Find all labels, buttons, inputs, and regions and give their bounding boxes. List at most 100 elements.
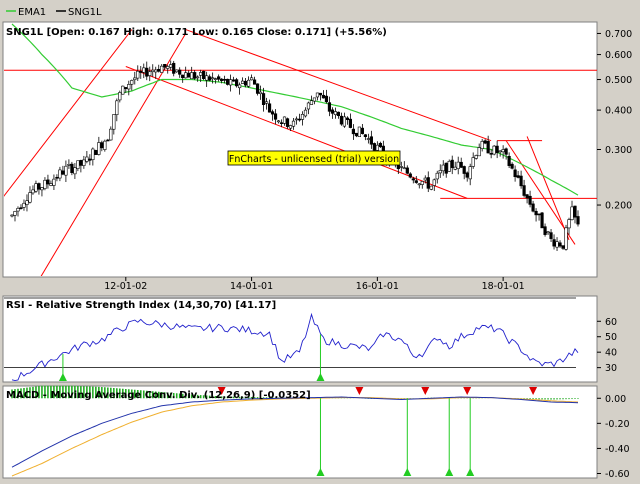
- candle-body: [88, 158, 92, 161]
- candle-body: [561, 245, 565, 249]
- rsi-axis-label: 50: [605, 332, 617, 343]
- candle-body: [486, 140, 490, 154]
- macd-axis-label: 0.00: [605, 394, 626, 405]
- candle-body: [552, 239, 556, 247]
- candle-body: [402, 167, 406, 170]
- candle-body: [375, 144, 379, 151]
- candle-body: [297, 118, 302, 121]
- candle-body: [121, 85, 125, 95]
- price-axis-label: 0.500: [605, 75, 632, 86]
- candle-body: [351, 128, 355, 135]
- candle-body: [531, 203, 535, 212]
- candle-body: [22, 202, 26, 208]
- candle-body: [471, 157, 475, 167]
- chart-canvas: EMA1 SNG1L 0.200 0.300 0.400 0.500 0.600 0.70…: [2, 7, 632, 480]
- macd-axis-label: -0.20: [605, 419, 630, 430]
- candle-body: [67, 164, 71, 166]
- candle-body: [109, 128, 113, 141]
- candle-body: [549, 232, 553, 239]
- candle-body: [285, 118, 290, 127]
- date-axis-label: 14-01-01: [230, 281, 273, 292]
- candle-body: [154, 69, 158, 73]
- candle-body: [124, 87, 128, 90]
- candle-body: [447, 160, 451, 172]
- candle-body: [534, 210, 538, 216]
- candle-body: [142, 67, 146, 73]
- candle-body: [459, 161, 463, 168]
- candle-body: [235, 79, 239, 87]
- candle-body: [178, 69, 182, 75]
- candle-body: [199, 72, 203, 76]
- candle-body: [456, 161, 460, 169]
- candle-body: [357, 126, 361, 138]
- candle-body: [441, 164, 445, 172]
- candle-body: [540, 212, 544, 229]
- candle-body: [522, 185, 526, 196]
- candle-body: [76, 160, 80, 169]
- candle-body: [37, 183, 41, 190]
- candle-body: [273, 113, 278, 120]
- date-axis-label: 16-01-01: [356, 281, 399, 292]
- candle-body: [169, 64, 173, 68]
- price-axis-label: 0.700: [605, 29, 632, 40]
- candle-body: [468, 166, 472, 180]
- rsi-axis-label: 30: [605, 363, 617, 374]
- candle-body: [172, 62, 176, 74]
- candle-body: [193, 72, 197, 79]
- rsi-axis-label: 60: [605, 317, 617, 328]
- candle-body: [564, 227, 568, 250]
- candle-body: [408, 173, 412, 178]
- candle-body: [498, 150, 502, 153]
- candle-body: [64, 165, 68, 176]
- candle-body: [246, 79, 251, 87]
- candle-body: [184, 72, 188, 79]
- candle-body: [378, 142, 382, 148]
- candle-body: [474, 155, 478, 159]
- candle-body: [255, 83, 260, 94]
- candle-body: [100, 142, 104, 149]
- candle-body: [34, 183, 38, 192]
- candle-body: [429, 185, 433, 190]
- candle-body: [175, 69, 179, 73]
- candle-body: [127, 84, 131, 90]
- candle-body: [79, 160, 83, 166]
- candle-body: [501, 149, 505, 153]
- candle-body: [294, 118, 299, 121]
- candle-body: [291, 120, 296, 127]
- candle-body: [363, 134, 367, 138]
- candle-body: [58, 169, 62, 179]
- candle-body: [208, 76, 212, 81]
- candle-body: [232, 79, 236, 82]
- candle-body: [495, 145, 499, 154]
- candle-body: [243, 80, 248, 86]
- candle-body: [118, 92, 122, 101]
- chart-window: EMA1 SNG1L 0.200 0.300 0.400 0.500 0.600 0.70…: [0, 0, 640, 480]
- candle-body: [82, 159, 86, 166]
- candle-body: [217, 76, 221, 80]
- candle-body: [139, 70, 143, 73]
- date-axis-label: 18-01-01: [482, 281, 525, 292]
- candle-body: [492, 145, 496, 155]
- candle-body: [348, 118, 353, 128]
- candle-body: [94, 150, 98, 155]
- candle-body: [13, 211, 17, 216]
- candle-body: [333, 111, 338, 116]
- candle-body: [450, 159, 454, 168]
- candle-body: [303, 109, 308, 117]
- candle-body: [43, 179, 47, 189]
- candle-body: [426, 177, 430, 189]
- candle-body: [342, 116, 347, 127]
- candle-body: [516, 175, 520, 178]
- candle-body: [40, 187, 44, 191]
- candle-body: [31, 189, 35, 194]
- candle-body: [279, 122, 284, 124]
- candle-body: [489, 153, 493, 155]
- candle-body: [354, 132, 358, 137]
- candle-body: [465, 172, 469, 178]
- watermark-text: FnCharts - unlicensed (trial) version: [229, 154, 399, 165]
- candle-body: [190, 72, 194, 80]
- candle-body: [339, 115, 344, 125]
- rsi-panel-title: RSI - Relative Strength Index (14,30,70)…: [6, 300, 276, 311]
- candle-body: [330, 109, 335, 114]
- candle-body: [103, 140, 107, 150]
